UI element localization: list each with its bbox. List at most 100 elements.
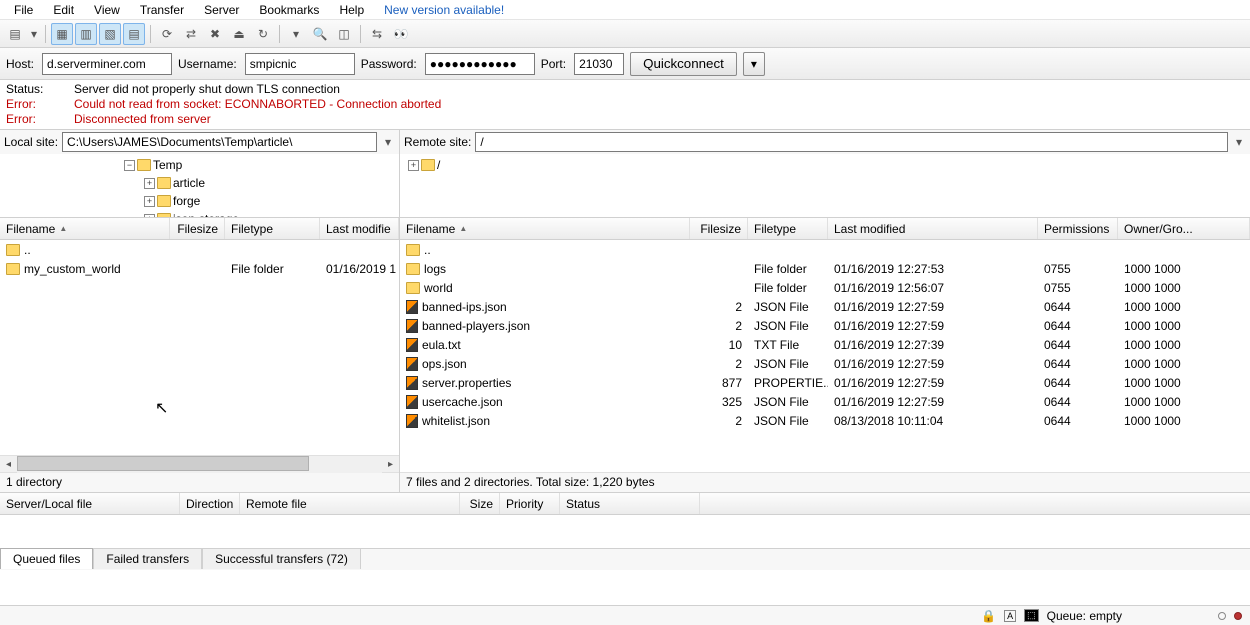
tree-item[interactable]: forge bbox=[4, 192, 395, 210]
host-input[interactable] bbox=[42, 53, 172, 75]
list-item[interactable]: whitelist.json2JSON File08/13/2018 10:11… bbox=[400, 411, 1250, 430]
col-direction[interactable]: Direction bbox=[180, 493, 240, 514]
filename: world bbox=[424, 281, 453, 295]
col-size[interactable]: Size bbox=[460, 493, 500, 514]
remote-pane: Remote site: ▾ / Filename▲ Filesize File… bbox=[400, 130, 1250, 492]
local-path-input[interactable] bbox=[62, 132, 377, 152]
list-item[interactable]: my_custom_worldFile folder01/16/2019 1 bbox=[0, 259, 399, 278]
toggle-local-tree-icon[interactable]: ▥ bbox=[75, 23, 97, 45]
scroll-right-icon[interactable]: ▸ bbox=[382, 456, 399, 473]
expand-icon[interactable] bbox=[124, 160, 135, 171]
log-text: Server did not properly shut down TLS co… bbox=[74, 82, 340, 97]
col-filesize[interactable]: Filesize bbox=[170, 218, 225, 239]
password-input[interactable] bbox=[425, 53, 535, 75]
local-file-list[interactable]: Filename▲ Filesize Filetype Last modifie… bbox=[0, 218, 399, 455]
col-filetype[interactable]: Filetype bbox=[225, 218, 320, 239]
tree-item[interactable]: article bbox=[4, 174, 395, 192]
filename: whitelist.json bbox=[422, 414, 490, 428]
file-icon bbox=[406, 376, 418, 390]
list-item[interactable]: logsFile folder01/16/2019 12:27:53075510… bbox=[400, 259, 1250, 278]
process-queue-icon[interactable]: ⇄ bbox=[180, 23, 202, 45]
chevron-down-icon[interactable]: ▾ bbox=[1232, 135, 1246, 149]
username-input[interactable] bbox=[245, 53, 355, 75]
search-icon[interactable]: 🔍 bbox=[309, 23, 331, 45]
menu-edit[interactable]: Edit bbox=[43, 1, 84, 19]
col-filesize[interactable]: Filesize bbox=[690, 218, 748, 239]
list-item[interactable]: worldFile folder01/16/2019 12:56:0707551… bbox=[400, 278, 1250, 297]
disconnect-icon[interactable]: ⏏ bbox=[228, 23, 250, 45]
expand-icon[interactable] bbox=[144, 178, 155, 189]
folder-icon bbox=[6, 263, 20, 275]
local-hscrollbar[interactable]: ◂ ▸ bbox=[0, 455, 399, 472]
key-icon[interactable]: A bbox=[1004, 610, 1016, 622]
col-owner[interactable]: Owner/Gro... bbox=[1118, 218, 1250, 239]
quickconnect-bar: Host: Username: Password: Port: Quickcon… bbox=[0, 48, 1250, 80]
file-icon bbox=[406, 300, 418, 314]
menu-help[interactable]: Help bbox=[329, 1, 374, 19]
col-permissions[interactable]: Permissions bbox=[1038, 218, 1118, 239]
username-label: Username: bbox=[178, 57, 237, 71]
menu-view[interactable]: View bbox=[84, 1, 130, 19]
tab-queued[interactable]: Queued files bbox=[0, 548, 93, 569]
list-item[interactable]: server.properties877PROPERTIE...01/16/20… bbox=[400, 373, 1250, 392]
col-filetype[interactable]: Filetype bbox=[748, 218, 828, 239]
list-item[interactable]: ops.json2JSON File01/16/2019 12:27:59064… bbox=[400, 354, 1250, 373]
list-item[interactable]: eula.txt10TXT File01/16/2019 12:27:39064… bbox=[400, 335, 1250, 354]
local-tree[interactable]: Temparticleforgejson-storage bbox=[0, 154, 399, 218]
tree-item[interactable]: json-storage bbox=[4, 210, 395, 218]
quickconnect-button[interactable]: Quickconnect bbox=[630, 52, 737, 76]
tree-item[interactable]: / bbox=[404, 156, 1246, 174]
update-link[interactable]: New version available! bbox=[374, 1, 514, 19]
col-modified[interactable]: Last modified bbox=[828, 218, 1038, 239]
menu-bookmarks[interactable]: Bookmarks bbox=[249, 1, 329, 19]
binoculars-icon[interactable]: 👀 bbox=[390, 23, 412, 45]
port-input[interactable] bbox=[574, 53, 624, 75]
list-item[interactable]: usercache.json325JSON File01/16/2019 12:… bbox=[400, 392, 1250, 411]
menu-file[interactable]: File bbox=[4, 1, 43, 19]
activity-indicator-1 bbox=[1218, 612, 1226, 620]
col-status[interactable]: Status bbox=[560, 493, 700, 514]
tree-label: / bbox=[437, 156, 440, 174]
file-icon bbox=[406, 319, 418, 333]
lock-icon[interactable]: 🔒 bbox=[981, 609, 996, 623]
col-remote-file[interactable]: Remote file bbox=[240, 493, 460, 514]
sort-asc-icon: ▲ bbox=[459, 224, 467, 233]
col-server-local[interactable]: Server/Local file bbox=[0, 493, 180, 514]
menu-transfer[interactable]: Transfer bbox=[130, 1, 194, 19]
toggle-queue-icon[interactable]: ▤ bbox=[123, 23, 145, 45]
tree-item[interactable]: Temp bbox=[4, 156, 395, 174]
quickconnect-dropdown[interactable]: ▾ bbox=[743, 52, 765, 76]
message-log[interactable]: Status:Server did not properly shut down… bbox=[0, 80, 1250, 130]
toggle-remote-tree-icon[interactable]: ▧ bbox=[99, 23, 121, 45]
list-item[interactable]: .. bbox=[400, 240, 1250, 259]
remote-path-input[interactable] bbox=[475, 132, 1228, 152]
remote-tree[interactable]: / bbox=[400, 154, 1250, 218]
speed-icon[interactable]: ⬚ bbox=[1024, 609, 1039, 622]
col-filename[interactable]: Filename▲ bbox=[400, 218, 690, 239]
filter-icon[interactable]: ▾ bbox=[285, 23, 307, 45]
tab-failed[interactable]: Failed transfers bbox=[93, 548, 202, 569]
toggle-log-icon[interactable]: ▦ bbox=[51, 23, 73, 45]
sync-browse-icon[interactable]: ⇆ bbox=[366, 23, 388, 45]
col-filename[interactable]: Filename▲ bbox=[0, 218, 170, 239]
scroll-left-icon[interactable]: ◂ bbox=[0, 456, 17, 473]
expand-icon[interactable] bbox=[144, 196, 155, 207]
compare-icon[interactable]: ◫ bbox=[333, 23, 355, 45]
list-item[interactable]: banned-ips.json2JSON File01/16/2019 12:2… bbox=[400, 297, 1250, 316]
col-modified[interactable]: Last modifie bbox=[320, 218, 399, 239]
site-manager-icon[interactable]: ▤ bbox=[4, 23, 26, 45]
cancel-icon[interactable]: ✖ bbox=[204, 23, 226, 45]
site-dropdown-icon[interactable]: ▾ bbox=[28, 23, 40, 45]
tab-successful[interactable]: Successful transfers (72) bbox=[202, 548, 361, 569]
filename: usercache.json bbox=[422, 395, 503, 409]
menu-server[interactable]: Server bbox=[194, 1, 249, 19]
status-bar: 🔒 A ⬚ Queue: empty bbox=[0, 605, 1250, 625]
expand-icon[interactable] bbox=[408, 160, 419, 171]
list-item[interactable]: banned-players.json2JSON File01/16/2019 … bbox=[400, 316, 1250, 335]
chevron-down-icon[interactable]: ▾ bbox=[381, 135, 395, 149]
remote-file-list[interactable]: Filename▲ Filesize Filetype Last modifie… bbox=[400, 218, 1250, 472]
reconnect-icon[interactable]: ↻ bbox=[252, 23, 274, 45]
refresh-icon[interactable]: ⟳ bbox=[156, 23, 178, 45]
col-priority[interactable]: Priority bbox=[500, 493, 560, 514]
list-item[interactable]: .. bbox=[0, 240, 399, 259]
